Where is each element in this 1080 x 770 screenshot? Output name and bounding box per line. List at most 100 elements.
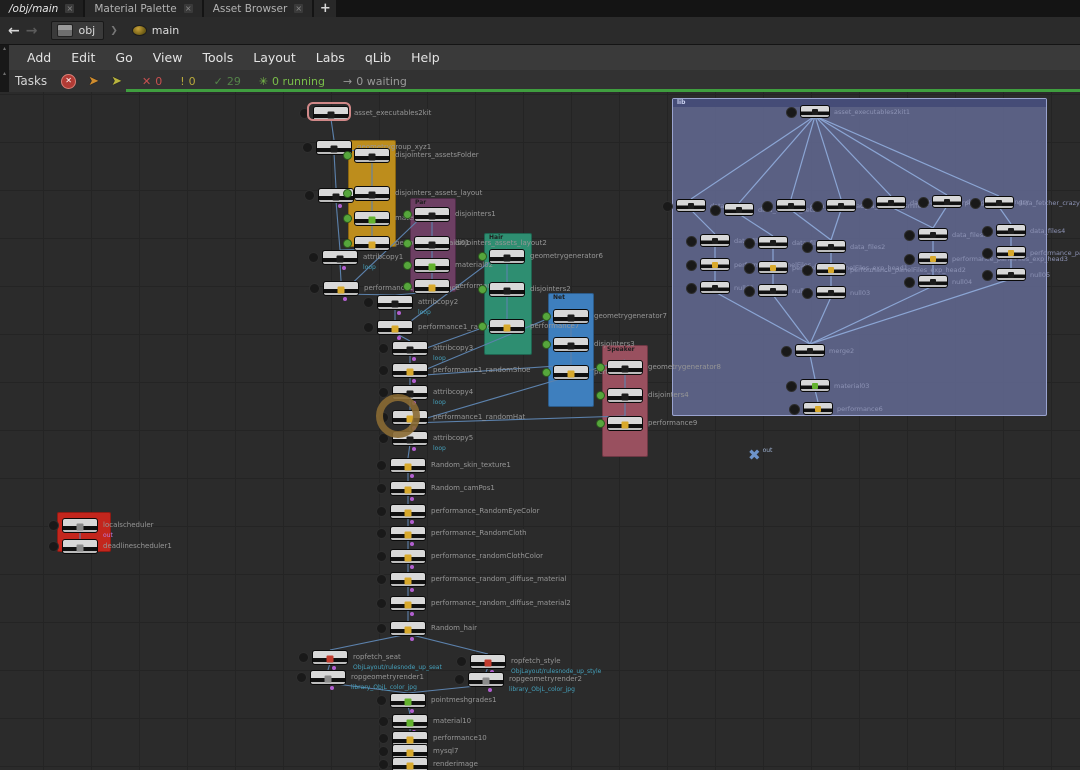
bypass-flag-dot[interactable] bbox=[403, 210, 412, 219]
graph-node[interactable]: performance_panelFiles_exp_head4 bbox=[996, 246, 1026, 259]
node-body[interactable] bbox=[800, 379, 830, 392]
node-body[interactable] bbox=[392, 757, 428, 770]
graph-node[interactable]: material03 bbox=[800, 379, 830, 392]
cancel-tasks-icon[interactable]: ✕ bbox=[61, 74, 76, 89]
panel-collapse-handle[interactable]: ▴ bbox=[0, 45, 9, 70]
cook-tasks-icon[interactable]: ➤ bbox=[88, 75, 99, 88]
bypass-flag-dot[interactable] bbox=[542, 312, 551, 321]
node-body[interactable] bbox=[932, 195, 962, 208]
node-body[interactable] bbox=[354, 148, 390, 163]
menu-view[interactable]: View bbox=[143, 50, 193, 65]
graph-node[interactable]: geometrygenerator6 bbox=[489, 249, 525, 264]
graph-node[interactable]: disjointers4 bbox=[607, 388, 643, 403]
node-body[interactable] bbox=[390, 621, 426, 636]
node-body[interactable] bbox=[414, 258, 450, 273]
node-body[interactable] bbox=[803, 402, 833, 415]
menu-qlib[interactable]: qLib bbox=[355, 50, 401, 65]
graph-node[interactable]: renderimage bbox=[392, 757, 428, 770]
graph-node[interactable]: data_fetcher_surprised bbox=[876, 196, 906, 209]
graph-node[interactable]: data_fetcher_sets bbox=[724, 203, 754, 216]
node-body[interactable] bbox=[414, 236, 450, 251]
graph-node[interactable]: performance_hats bbox=[414, 279, 450, 294]
graph-node[interactable]: disjointers_assets_layout bbox=[354, 186, 390, 201]
bypass-flag-dot[interactable] bbox=[478, 252, 487, 261]
node-body[interactable] bbox=[390, 458, 426, 473]
node-body[interactable] bbox=[800, 105, 830, 118]
output-sticker[interactable]: ✖out bbox=[748, 448, 772, 463]
forward-icon[interactable]: → bbox=[26, 24, 38, 38]
node-body[interactable] bbox=[390, 549, 426, 564]
graph-node[interactable]: performance_randomClothColor bbox=[390, 549, 426, 564]
graph-node[interactable]: ropgeometryrender2library_ObjL_color_jpg bbox=[468, 672, 504, 687]
node-body[interactable] bbox=[918, 228, 948, 241]
graph-node[interactable]: Random_camPos1 bbox=[390, 481, 426, 496]
menu-add[interactable]: Add bbox=[17, 50, 61, 65]
graph-node[interactable]: performance6 bbox=[803, 402, 833, 415]
node-body[interactable] bbox=[876, 196, 906, 209]
bypass-flag-dot[interactable] bbox=[596, 363, 605, 372]
graph-node[interactable]: disjointers1 bbox=[414, 207, 450, 222]
graph-node[interactable]: geometrygenerator8 bbox=[607, 360, 643, 375]
node-body[interactable] bbox=[354, 211, 390, 226]
node-body[interactable] bbox=[392, 341, 428, 356]
node-body[interactable] bbox=[996, 246, 1026, 259]
panel-collapse-handle[interactable]: ▴ bbox=[0, 70, 9, 92]
menu-edit[interactable]: Edit bbox=[61, 50, 105, 65]
node-body[interactable] bbox=[918, 252, 948, 265]
node-body[interactable] bbox=[758, 236, 788, 249]
node-body[interactable] bbox=[553, 365, 589, 380]
network-editor-canvas[interactable]: libParHairNetSpeakerasset_executables2ki… bbox=[0, 92, 1080, 770]
node-body[interactable] bbox=[310, 670, 346, 685]
back-icon[interactable]: ← bbox=[8, 24, 20, 38]
tab-asset-browser[interactable]: Asset Browser × bbox=[204, 0, 313, 17]
graph-node[interactable]: pointmeshgrades1 bbox=[390, 693, 426, 708]
node-body[interactable] bbox=[676, 199, 706, 212]
graph-node[interactable]: data_fetcher_crazyEyebrows bbox=[984, 196, 1014, 209]
node-body[interactable] bbox=[390, 481, 426, 496]
graph-node[interactable]: data_files3 bbox=[918, 228, 948, 241]
node-body[interactable] bbox=[607, 360, 643, 375]
graph-node[interactable]: performance_panelFiles_exp_head2 bbox=[816, 263, 846, 276]
graph-node[interactable]: performance_panelFiles_exp_head3 bbox=[918, 252, 948, 265]
close-icon[interactable]: × bbox=[184, 4, 193, 13]
graph-node[interactable]: performance7 bbox=[489, 319, 525, 334]
graph-node[interactable]: disjointers2 bbox=[489, 282, 525, 297]
dirty-cook-icon[interactable]: ➤ bbox=[111, 75, 122, 88]
graph-node[interactable]: material01 bbox=[354, 211, 390, 226]
graph-node[interactable]: null04 bbox=[918, 275, 948, 288]
breadcrumb-obj[interactable]: obj bbox=[51, 21, 104, 40]
graph-node[interactable]: performance8 bbox=[553, 365, 589, 380]
node-body[interactable] bbox=[489, 282, 525, 297]
node-body[interactable] bbox=[377, 320, 413, 335]
graph-node[interactable]: performance_RandomCloth bbox=[390, 526, 426, 541]
graph-node[interactable]: performance_panelFiles_exp_head bbox=[700, 258, 730, 271]
bypass-flag-dot[interactable] bbox=[596, 419, 605, 428]
graph-node[interactable]: data_files bbox=[700, 234, 730, 247]
bypass-flag-dot[interactable] bbox=[542, 340, 551, 349]
node-body[interactable] bbox=[62, 539, 98, 554]
graph-node[interactable]: ropgeometryrender1library_ObjL_color_jpg bbox=[310, 670, 346, 685]
graph-node[interactable]: null05 bbox=[996, 268, 1026, 281]
bypass-flag-dot[interactable] bbox=[343, 214, 352, 223]
graph-node[interactable]: data_fetcher bbox=[676, 199, 706, 212]
graph-node[interactable]: performance_panelFiles_exp_head1 bbox=[758, 261, 788, 274]
close-icon[interactable]: × bbox=[65, 4, 74, 13]
menu-layout[interactable]: Layout bbox=[243, 50, 306, 65]
graph-node[interactable]: Random_hair bbox=[390, 621, 426, 636]
node-body[interactable] bbox=[918, 275, 948, 288]
bypass-flag-dot[interactable] bbox=[542, 368, 551, 377]
graph-node[interactable]: performance9 bbox=[607, 416, 643, 431]
node-body[interactable] bbox=[489, 319, 525, 334]
graph-node[interactable]: disjointers_assetsFolder bbox=[354, 148, 390, 163]
graph-node[interactable]: localschedulerout bbox=[62, 518, 98, 533]
node-body[interactable] bbox=[607, 416, 643, 431]
node-body[interactable] bbox=[390, 504, 426, 519]
graph-node[interactable]: null02 bbox=[758, 284, 788, 297]
node-body[interactable] bbox=[996, 268, 1026, 281]
graph-node[interactable]: performance1_randomShoe bbox=[392, 363, 428, 378]
node-body[interactable] bbox=[984, 196, 1014, 209]
graph-node[interactable]: merge2 bbox=[795, 344, 825, 357]
menu-labs[interactable]: Labs bbox=[306, 50, 355, 65]
node-body[interactable] bbox=[607, 388, 643, 403]
node-body[interactable] bbox=[489, 249, 525, 264]
